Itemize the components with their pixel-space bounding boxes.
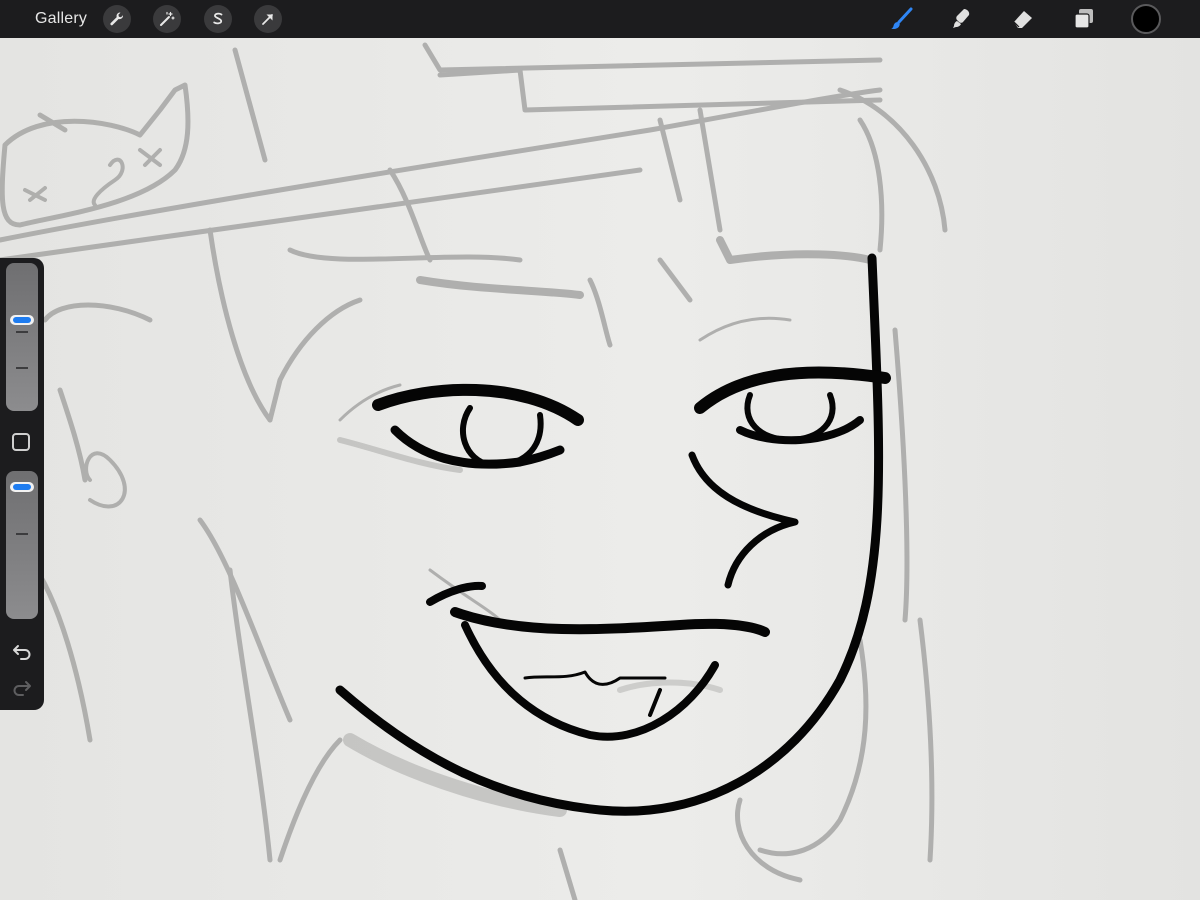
selection-s-icon xyxy=(213,12,223,25)
color-picker-button[interactable] xyxy=(1131,4,1161,34)
drawing-canvas[interactable] xyxy=(0,38,1200,900)
brush-icon xyxy=(891,7,913,30)
redo-icon xyxy=(13,681,31,696)
slider-tick xyxy=(16,533,28,535)
actions-button[interactable] xyxy=(103,5,131,33)
sketch-artwork xyxy=(0,42,948,900)
selection-button[interactable] xyxy=(204,5,232,33)
left-sidebar xyxy=(0,258,44,710)
top-toolbar: Gallery xyxy=(0,0,1200,38)
brush-opacity-slider[interactable] xyxy=(6,471,38,619)
modifier-square-icon[interactable] xyxy=(12,433,30,451)
ink-lineart-layer xyxy=(335,253,891,816)
layers-icon xyxy=(1074,9,1093,29)
layers-button[interactable] xyxy=(1070,5,1098,33)
brush-tool[interactable] xyxy=(888,5,916,33)
undo-button[interactable] xyxy=(9,640,35,664)
wrench-icon xyxy=(110,12,124,26)
slider-tick xyxy=(16,367,28,369)
slider-tick xyxy=(16,331,28,333)
gallery-button[interactable]: Gallery xyxy=(35,10,87,28)
brush-size-handle[interactable] xyxy=(10,315,34,325)
brush-size-slider[interactable] xyxy=(6,263,38,411)
redo-button[interactable] xyxy=(9,676,35,700)
eraser-tool[interactable] xyxy=(1009,5,1037,33)
pencil-sketch-layer xyxy=(0,42,948,900)
smudge-tool[interactable] xyxy=(948,5,976,33)
brush-opacity-handle[interactable] xyxy=(10,482,34,492)
transform-button[interactable] xyxy=(254,5,282,33)
smudge-icon xyxy=(953,9,970,28)
magic-wand-icon xyxy=(160,11,175,26)
adjustments-button[interactable] xyxy=(153,5,181,33)
undo-icon xyxy=(13,645,31,660)
eraser-icon xyxy=(1013,11,1032,28)
transform-arrow-icon xyxy=(262,14,273,25)
